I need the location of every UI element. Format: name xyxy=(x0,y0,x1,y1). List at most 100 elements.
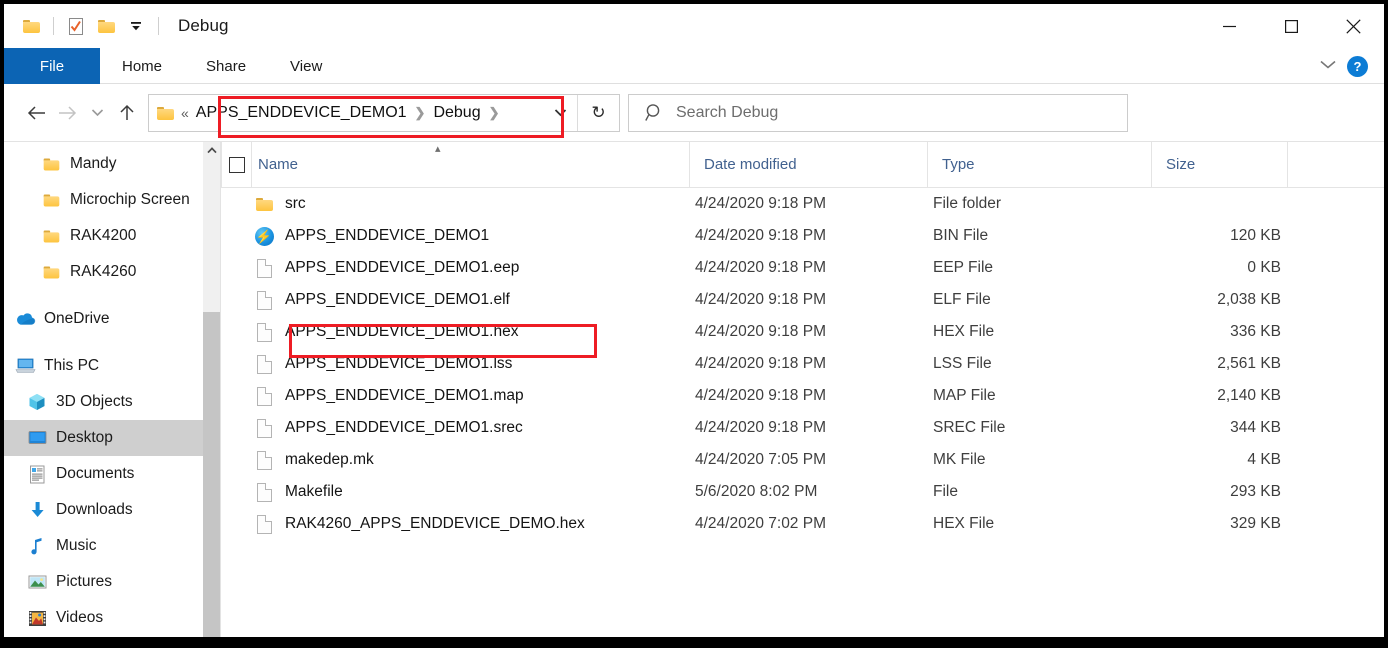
file-name[interactable]: APPS_ENDDEVICE_DEMO1.elf xyxy=(277,291,695,309)
sidebar-item-downloads[interactable]: Downloads xyxy=(4,492,220,528)
column-header-size[interactable]: Size xyxy=(1151,142,1287,188)
column-header-name[interactable]: Name xyxy=(251,142,689,188)
path-overflow-icon[interactable]: « xyxy=(179,105,193,121)
file-name[interactable]: APPS_ENDDEVICE_DEMO1.lss xyxy=(277,355,695,373)
toolbar-divider-2 xyxy=(158,17,159,35)
column-header-type[interactable]: Type xyxy=(927,142,1151,188)
file-list: src 4/24/2020 9:18 PM File folder ⚡ APPS… xyxy=(221,188,1384,540)
table-row[interactable]: ⚡ APPS_ENDDEVICE_DEMO1 4/24/2020 9:18 PM… xyxy=(221,220,1384,252)
tab-view[interactable]: View xyxy=(268,48,344,84)
file-name[interactable]: RAK4260_APPS_ENDDEVICE_DEMO.hex xyxy=(277,515,695,533)
file-name[interactable]: APPS_ENDDEVICE_DEMO1.srec xyxy=(277,419,695,437)
refresh-button[interactable]: ↻ xyxy=(577,94,619,131)
table-row[interactable]: makedep.mk 4/24/2020 7:05 PM MK File 4 K… xyxy=(221,444,1384,476)
breadcrumb-item-0[interactable]: APPS_ENDDEVICE_DEMO1 xyxy=(193,104,410,122)
file-type: MK File xyxy=(933,451,986,468)
minimize-button[interactable] xyxy=(1198,4,1260,48)
sidebar-item-mandy[interactable]: Mandy xyxy=(4,146,220,182)
address-folder-icon xyxy=(149,106,179,120)
sidebar-item-videos[interactable]: Videos xyxy=(4,600,220,636)
ribbon-tab-bar: File Home Share View ? xyxy=(4,48,1384,84)
navigation-scrollbar[interactable] xyxy=(203,142,220,637)
file-name[interactable]: APPS_ENDDEVICE_DEMO1.hex xyxy=(277,323,695,341)
table-row[interactable]: APPS_ENDDEVICE_DEMO1.srec 4/24/2020 9:18… xyxy=(221,412,1384,444)
table-row[interactable]: APPS_ENDDEVICE_DEMO1.map 4/24/2020 9:18 … xyxy=(221,380,1384,412)
navigation-list: Mandy Microchip Screen RAK4200 RAK4260 O… xyxy=(4,142,220,636)
help-button[interactable]: ? xyxy=(1347,55,1368,77)
column-header-date-modified[interactable]: Date modified xyxy=(689,142,927,188)
file-date: 4/24/2020 9:18 PM xyxy=(695,323,826,340)
file-icon xyxy=(251,290,277,310)
file-name[interactable]: APPS_ENDDEVICE_DEMO1.map xyxy=(277,387,695,405)
breadcrumb-separator-0[interactable]: ❯ xyxy=(410,105,431,121)
file-icon xyxy=(251,514,277,534)
sidebar-item-3d-objects[interactable]: 3D Objects xyxy=(4,384,220,420)
sidebar-item-this-pc[interactable]: This PC xyxy=(4,348,220,384)
scroll-up-icon[interactable] xyxy=(203,142,220,159)
file-name[interactable]: APPS_ENDDEVICE_DEMO1 xyxy=(277,227,695,245)
file-type: LSS File xyxy=(933,355,992,372)
table-row[interactable]: APPS_ENDDEVICE_DEMO1.lss 4/24/2020 9:18 … xyxy=(221,348,1384,380)
file-date: 4/24/2020 9:18 PM xyxy=(695,355,826,372)
file-size: 0 KB xyxy=(1247,259,1281,276)
forward-button[interactable] xyxy=(52,98,82,128)
onedrive-icon xyxy=(14,308,36,330)
properties-icon[interactable] xyxy=(61,11,91,41)
recent-locations-icon[interactable] xyxy=(82,98,112,128)
search-box[interactable]: Search Debug xyxy=(628,93,1128,132)
new-folder-icon[interactable] xyxy=(91,11,121,41)
table-row[interactable]: Makefile 5/6/2020 8:02 PM File 293 KB xyxy=(221,476,1384,508)
tab-share[interactable]: Share xyxy=(184,48,268,84)
table-row[interactable]: src 4/24/2020 9:18 PM File folder xyxy=(221,188,1384,220)
table-row[interactable]: RAK4260_APPS_ENDDEVICE_DEMO.hex 4/24/202… xyxy=(221,508,1384,540)
sidebar-item-desktop[interactable]: Desktop xyxy=(4,420,220,456)
address-dropdown-icon[interactable] xyxy=(543,95,577,131)
file-date: 4/24/2020 7:02 PM xyxy=(695,515,826,532)
table-row[interactable]: APPS_ENDDEVICE_DEMO1.elf 4/24/2020 9:18 … xyxy=(221,284,1384,316)
select-all-checkbox-cell[interactable] xyxy=(221,142,251,188)
tab-file[interactable]: File xyxy=(4,48,100,84)
sidebar-item-rak4200[interactable]: RAK4200 xyxy=(4,218,220,254)
title-bar: Debug xyxy=(4,4,1384,48)
table-row-highlighted[interactable]: APPS_ENDDEVICE_DEMO1.hex 4/24/2020 9:18 … xyxy=(221,316,1384,348)
sort-ascending-icon: ▴ xyxy=(435,143,441,155)
file-date: 4/24/2020 7:05 PM xyxy=(695,451,826,468)
breadcrumb-item-1[interactable]: Debug xyxy=(430,104,483,122)
file-type: ELF File xyxy=(933,291,991,308)
close-button[interactable] xyxy=(1322,4,1384,48)
expand-ribbon-icon[interactable] xyxy=(1319,57,1337,75)
table-row[interactable]: APPS_ENDDEVICE_DEMO1.eep 4/24/2020 9:18 … xyxy=(221,252,1384,284)
address-bar[interactable]: « APPS_ENDDEVICE_DEMO1 ❯ Debug ❯ ↻ xyxy=(148,93,620,132)
videos-icon xyxy=(26,607,48,629)
customize-dropdown-icon[interactable] xyxy=(121,11,151,41)
column-header-row: ▴ Name Date modified Type Size xyxy=(221,142,1384,188)
sidebar-item-label: Music xyxy=(56,537,97,554)
pictures-icon xyxy=(26,571,48,593)
sidebar-item-documents[interactable]: Documents xyxy=(4,456,220,492)
select-all-checkbox[interactable] xyxy=(228,156,245,173)
file-list-pane: ▴ Name Date modified Type Size src 4/24/… xyxy=(221,142,1384,637)
breadcrumb-separator-1[interactable]: ❯ xyxy=(484,105,505,121)
file-date: 4/24/2020 9:18 PM xyxy=(695,227,826,244)
back-button[interactable] xyxy=(22,98,52,128)
sidebar-item-microchip-screen[interactable]: Microchip Screen xyxy=(4,182,220,218)
maximize-button[interactable] xyxy=(1260,4,1322,48)
up-button[interactable] xyxy=(112,98,142,128)
folder-icon xyxy=(251,197,277,211)
file-name[interactable]: src xyxy=(277,195,695,213)
sidebar-item-pictures[interactable]: Pictures xyxy=(4,564,220,600)
sidebar-item-rak4260[interactable]: RAK4260 xyxy=(4,254,220,290)
folder-icon xyxy=(40,261,62,283)
desktop-icon xyxy=(26,427,48,449)
file-name[interactable]: Makefile xyxy=(277,483,695,501)
sidebar-item-music[interactable]: Music xyxy=(4,528,220,564)
file-name[interactable]: makedep.mk xyxy=(277,451,695,469)
scrollbar-thumb[interactable] xyxy=(203,312,220,637)
sidebar-item-label: Mandy xyxy=(70,155,117,172)
sidebar-item-onedrive[interactable]: OneDrive xyxy=(4,301,220,337)
sidebar-item-label: RAK4260 xyxy=(70,263,137,280)
tab-home[interactable]: Home xyxy=(100,48,184,84)
file-name[interactable]: APPS_ENDDEVICE_DEMO1.eep xyxy=(277,259,695,277)
address-bar-tail: ↻ xyxy=(543,94,619,131)
folder-icon[interactable] xyxy=(16,11,46,41)
